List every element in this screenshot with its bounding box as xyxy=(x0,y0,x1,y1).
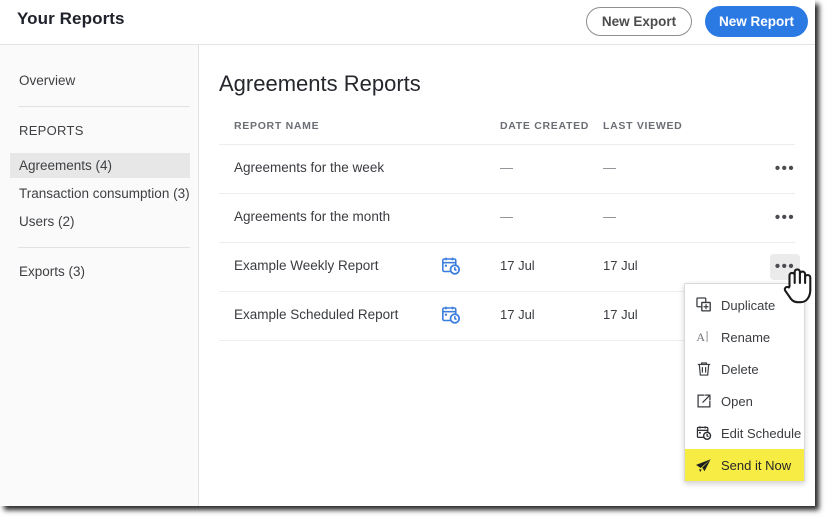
menu-item-edit-schedule[interactable]: Edit Schedule xyxy=(685,417,804,449)
sidebar-item-users[interactable]: Users (2) xyxy=(10,209,190,234)
trash-icon xyxy=(694,360,713,379)
menu-item-label: Duplicate xyxy=(721,298,775,313)
sidebar-item-label: Agreements (4) xyxy=(19,158,112,173)
column-header-report-name: REPORT NAME xyxy=(234,120,319,132)
sidebar-divider-top xyxy=(18,106,190,107)
kebab-icon: ••• xyxy=(770,162,800,176)
svg-text:A: A xyxy=(696,330,705,344)
sidebar-item-transaction-consumption[interactable]: Transaction consumption (3) xyxy=(10,181,190,206)
cell-report-name: Agreements for the month xyxy=(234,209,390,224)
kebab-icon: ••• xyxy=(770,211,800,225)
row-actions-button[interactable]: ••• xyxy=(770,254,800,280)
open-external-icon xyxy=(694,392,713,411)
calendar-clock-icon xyxy=(694,424,713,443)
row-actions-button[interactable]: ••• xyxy=(770,205,800,231)
cell-last-viewed: 17 Jul xyxy=(603,307,638,322)
cell-last-viewed: — xyxy=(603,160,616,175)
sidebar-item-label: Overview xyxy=(19,73,75,88)
menu-item-label: Send it Now xyxy=(721,458,791,473)
cell-last-viewed: 17 Jul xyxy=(603,258,638,273)
sidebar-item-label: Transaction consumption (3) xyxy=(19,186,190,201)
cell-date-created: — xyxy=(500,160,513,175)
cell-date-created: 17 Jul xyxy=(500,258,535,273)
sidebar-item-exports[interactable]: Exports (3) xyxy=(10,259,190,284)
menu-item-delete[interactable]: Delete xyxy=(685,353,804,385)
sidebar-item-label: Exports (3) xyxy=(19,264,85,279)
menu-item-label: Rename xyxy=(721,330,770,345)
column-header-date-created: DATE CREATED xyxy=(500,120,589,132)
table-row[interactable]: Agreements for the month — — ••• xyxy=(219,194,795,242)
page-heading: Your Reports xyxy=(17,9,125,29)
table-row[interactable]: Agreements for the week — — ••• xyxy=(219,145,795,193)
menu-item-open[interactable]: Open xyxy=(685,385,804,417)
content-title: Agreements Reports xyxy=(219,71,421,97)
menu-item-duplicate[interactable]: Duplicate xyxy=(685,289,804,321)
sidebar-divider-bottom xyxy=(18,247,190,248)
app-window: Your Reports New Export New Report Overv… xyxy=(0,0,815,506)
calendar-clock-icon xyxy=(441,256,461,276)
menu-item-label: Delete xyxy=(721,362,759,377)
sidebar-section-reports: REPORTS xyxy=(19,123,84,138)
cell-date-created: — xyxy=(500,209,513,224)
sidebar-item-agreements[interactable]: Agreements (4) xyxy=(10,153,190,178)
sidebar-item-label: Users (2) xyxy=(19,214,75,229)
sidebar-item-overview[interactable]: Overview xyxy=(10,68,190,93)
send-paper-plane-icon xyxy=(694,456,713,475)
app-header: Your Reports New Export New Report xyxy=(0,0,815,45)
new-report-button[interactable]: New Report xyxy=(705,6,808,37)
row-actions-button[interactable]: ••• xyxy=(770,156,800,182)
kebab-icon: ••• xyxy=(770,260,800,274)
duplicate-icon xyxy=(694,296,713,315)
cell-report-name: Agreements for the week xyxy=(234,160,384,175)
menu-item-rename[interactable]: A Rename xyxy=(685,321,804,353)
table-header-row: REPORT NAME DATE CREATED LAST VIEWED xyxy=(219,120,795,144)
menu-item-label: Open xyxy=(721,394,753,409)
calendar-clock-icon xyxy=(441,305,461,325)
menu-item-send-it-now[interactable]: Send it Now xyxy=(685,449,804,481)
rename-icon: A xyxy=(694,328,713,347)
cell-report-name: Example Scheduled Report xyxy=(234,307,398,322)
new-export-button[interactable]: New Export xyxy=(586,7,692,36)
row-context-menu: Duplicate A Rename Delete xyxy=(684,283,805,482)
cell-last-viewed: — xyxy=(603,209,616,224)
column-header-last-viewed: LAST VIEWED xyxy=(603,120,682,132)
sidebar: Overview REPORTS Agreements (4) Transact… xyxy=(0,45,199,506)
cell-report-name: Example Weekly Report xyxy=(234,258,379,273)
cell-date-created: 17 Jul xyxy=(500,307,535,322)
menu-item-label: Edit Schedule xyxy=(721,426,801,441)
